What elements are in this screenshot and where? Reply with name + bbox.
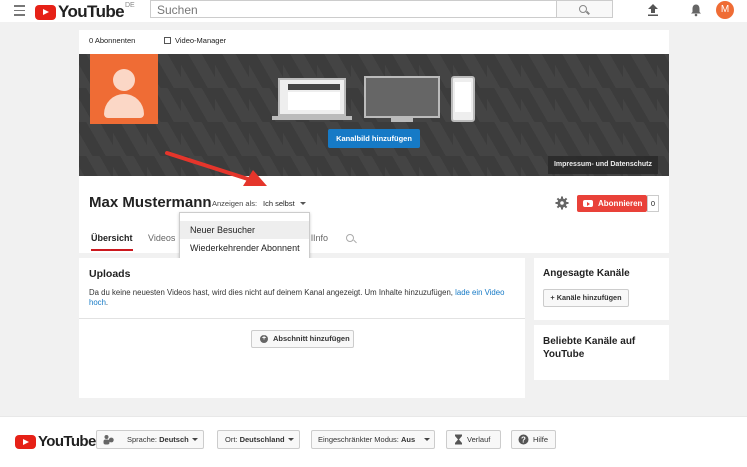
footer-logo-wordmark: YouTube bbox=[38, 433, 96, 450]
avatar-head-shape bbox=[113, 69, 135, 91]
search-button[interactable] bbox=[557, 0, 613, 18]
annotation-arrow bbox=[165, 151, 267, 186]
tv-stand-shape bbox=[391, 118, 413, 122]
channel-header: 0 Abonnenten Video-Manager Kanalbild hin… bbox=[79, 30, 669, 253]
uploads-section: Uploads Da du keine neuesten Videos hast… bbox=[79, 258, 525, 398]
uploads-title: Uploads bbox=[89, 268, 131, 280]
featured-channels-title: Angesagte Kanäle bbox=[543, 268, 630, 279]
footer-youtube-logo[interactable]: YouTube bbox=[15, 433, 96, 450]
location-button[interactable]: Ort: Deutschland bbox=[217, 430, 300, 449]
laptop-device-icon bbox=[278, 78, 346, 116]
footer: YouTube Sprache: Deutsch Ort: Deutschlan… bbox=[0, 416, 747, 467]
hourglass-icon bbox=[455, 434, 462, 445]
popular-channels-title: Beliebte Kanäle auf YouTube bbox=[543, 336, 636, 360]
video-manager-icon bbox=[164, 37, 171, 44]
youtube-logo[interactable]: YouTube DE bbox=[35, 2, 135, 22]
tab-videos[interactable]: Videos bbox=[148, 233, 175, 243]
channel-search-icon[interactable] bbox=[346, 234, 354, 242]
youtube-play-icon bbox=[583, 200, 593, 207]
uploads-message: Da du keine neuesten Videos hast, wird d… bbox=[89, 288, 505, 307]
channel-subbar: 0 Abonnenten Video-Manager bbox=[79, 30, 669, 54]
menu-icon[interactable] bbox=[14, 5, 25, 16]
dropdown-item-returning-subscriber[interactable]: Wiederkehrender Abonnent bbox=[180, 239, 309, 257]
laptop-base-shape bbox=[272, 116, 352, 120]
view-as-select[interactable]: Ich selbst bbox=[263, 199, 295, 208]
add-section-label: Abschnitt hinzufügen bbox=[273, 334, 350, 343]
add-channel-art-button[interactable]: Kanalbild hinzufügen bbox=[328, 129, 420, 148]
notification-bell-icon[interactable] bbox=[689, 3, 703, 17]
add-channels-button[interactable]: + Kanäle hinzufügen bbox=[543, 289, 629, 307]
tab-overview[interactable]: Übersicht bbox=[91, 233, 133, 251]
divider bbox=[79, 318, 525, 319]
add-section-button[interactable]: + Abschnitt hinzufügen bbox=[251, 330, 354, 348]
chevron-down-icon[interactable] bbox=[300, 202, 306, 205]
restricted-mode-button[interactable]: Eingeschränkter Modus: Aus bbox=[311, 430, 435, 449]
youtube-play-icon bbox=[15, 434, 36, 449]
help-button[interactable]: ? Hilfe bbox=[511, 430, 556, 449]
chevron-down-icon bbox=[424, 438, 430, 441]
language-button[interactable]: Sprache: Deutsch bbox=[96, 430, 204, 449]
subscribe-button[interactable]: Abonnieren bbox=[577, 195, 647, 212]
video-manager-link[interactable]: Video-Manager bbox=[164, 36, 226, 45]
youtube-play-icon bbox=[35, 4, 56, 20]
avatar-body-shape bbox=[104, 94, 144, 118]
tv-device-icon bbox=[364, 76, 440, 118]
logo-country-code: DE bbox=[125, 1, 135, 9]
channel-name: Max Mustermann bbox=[89, 194, 212, 211]
chevron-down-icon bbox=[288, 438, 294, 441]
svg-text:?: ? bbox=[521, 435, 526, 444]
view-as-label: Anzeigen als: bbox=[212, 199, 258, 208]
subscribe-label: Abonnieren bbox=[598, 199, 643, 208]
popular-channels-card: Beliebte Kanäle auf YouTube bbox=[534, 325, 669, 380]
tab-info[interactable]: lInfo bbox=[311, 233, 328, 243]
chevron-down-icon bbox=[192, 438, 198, 441]
logo-wordmark: YouTube bbox=[58, 2, 125, 21]
upload-icon[interactable] bbox=[646, 3, 660, 17]
featured-channels-card: Angesagte Kanäle + Kanäle hinzufügen bbox=[534, 258, 669, 320]
account-avatar[interactable]: M bbox=[716, 1, 734, 19]
search-icon bbox=[579, 5, 587, 13]
subscribe-count: 0 bbox=[647, 195, 659, 212]
subscriber-count: 0 Abonnenten bbox=[89, 36, 136, 45]
gear-icon[interactable] bbox=[555, 196, 569, 210]
impressum-link[interactable]: Impressum- und Datenschutz bbox=[548, 156, 658, 174]
plus-icon: + bbox=[260, 335, 268, 343]
phone-device-icon bbox=[451, 76, 475, 122]
view-as-dropdown: Neuer Besucher Wiederkehrender Abonnent bbox=[179, 212, 310, 264]
language-icon bbox=[103, 435, 114, 445]
masthead: YouTube DE Suchen M bbox=[0, 0, 747, 22]
help-icon: ? bbox=[518, 434, 529, 445]
dropdown-item-new-visitor[interactable]: Neuer Besucher bbox=[180, 221, 309, 239]
search-input[interactable]: Suchen bbox=[150, 0, 557, 18]
video-manager-label: Video-Manager bbox=[175, 36, 227, 45]
history-button[interactable]: Verlauf bbox=[446, 430, 501, 449]
channel-avatar[interactable] bbox=[90, 54, 158, 124]
